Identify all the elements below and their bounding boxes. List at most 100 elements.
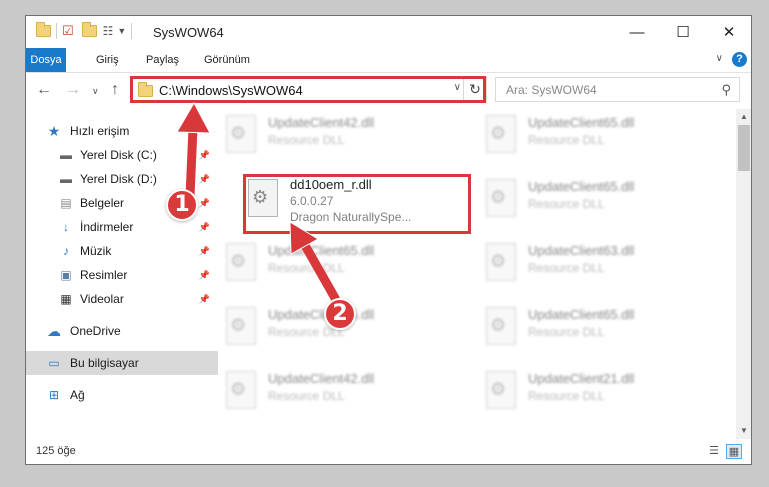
- scroll-down-icon[interactable]: ▼: [736, 423, 751, 439]
- file-type: Resource DLL: [528, 261, 605, 275]
- details-view-icon[interactable]: ☰: [706, 444, 722, 459]
- callout-1: 1: [166, 189, 198, 221]
- list-item[interactable]: UpdateClient65.dll Resource DLL: [218, 237, 453, 289]
- list-item[interactable]: UpdateClient42.dll Resource DLL: [218, 109, 453, 161]
- sidebar-item-label: Resimler: [80, 268, 128, 282]
- status-bar: 125 öğe ☰ ▦: [26, 439, 751, 464]
- tab-file[interactable]: Dosya: [26, 48, 66, 72]
- downloads-icon: ↓: [63, 220, 69, 234]
- tiles-view-icon[interactable]: ▦: [726, 444, 742, 459]
- help-icon[interactable]: ?: [732, 52, 747, 67]
- pin-icon[interactable]: 📌: [199, 239, 210, 263]
- file-type: Resource DLL: [528, 389, 605, 403]
- file-name: UpdateClient21.dll: [528, 371, 635, 386]
- sidebar-item-quick-access[interactable]: ★ Hızlı erişim: [26, 119, 218, 143]
- pin-icon[interactable]: 📌: [199, 215, 210, 239]
- sidebar-item-pictures[interactable]: ▣ Resimler 📌: [26, 263, 218, 287]
- file-type: Resource DLL: [528, 133, 605, 147]
- file-name: UpdateClient42.dll: [268, 115, 375, 130]
- pin-icon[interactable]: 📌: [199, 287, 210, 311]
- file-name: UpdateClient65.dll: [528, 307, 635, 322]
- sidebar-item-label: İndirmeler: [80, 220, 134, 234]
- search-icon[interactable]: ⚲: [721, 82, 731, 98]
- dll-file-icon: [486, 179, 516, 217]
- file-type: Resource DLL: [268, 133, 345, 147]
- tab-view[interactable]: Görünüm: [196, 48, 258, 72]
- tab-share[interactable]: Paylaş: [138, 48, 187, 72]
- file-name: UpdateClient65.dll: [528, 115, 635, 130]
- dll-file-icon: [226, 371, 256, 409]
- file-highlight-box: [243, 174, 471, 234]
- item-count: 125 öğe: [36, 445, 76, 457]
- address-highlight-box: [130, 76, 486, 103]
- divider: [131, 23, 133, 39]
- scrollbar-thumb[interactable]: [738, 125, 750, 171]
- list-item[interactable]: UpdateClient21.dll Resource DLL: [478, 365, 713, 417]
- dll-file-icon: [486, 371, 516, 409]
- documents-icon: ▤: [60, 196, 72, 210]
- list-item[interactable]: UpdateClient65.dll Resource DLL: [478, 301, 713, 353]
- tab-home[interactable]: Giriş: [88, 48, 127, 72]
- maximize-button[interactable]: ☐: [660, 16, 706, 48]
- list-item[interactable]: UpdateClient42.dll Resource DLL: [218, 365, 453, 417]
- chevron-down-icon[interactable]: ∨: [716, 53, 723, 64]
- sidebar-item-onedrive[interactable]: ☁ OneDrive: [26, 319, 218, 343]
- pin-icon[interactable]: 📌: [199, 167, 210, 191]
- file-name: UpdateClient65.dll: [268, 243, 375, 258]
- list-item[interactable]: UpdateClient63.dll Resource DLL: [478, 237, 713, 289]
- navigation-pane: ★ Hızlı erişim ▬ Yerel Disk (C:) 📌 ▬ Yer…: [26, 109, 218, 439]
- file-name: UpdateClient63.dll: [528, 243, 635, 258]
- dll-file-icon: [486, 243, 516, 281]
- sidebar-item-this-pc[interactable]: ▭ Bu bilgisayar: [26, 351, 218, 375]
- dll-file-icon: [226, 115, 256, 153]
- sidebar-item-videos[interactable]: ▦ Videolar 📌: [26, 287, 218, 311]
- recent-locations-chevron-icon[interactable]: ∨: [92, 86, 99, 97]
- cloud-icon: ☁: [47, 323, 61, 339]
- quick-access-toolbar: ☑ ☷ ▼: [36, 22, 137, 39]
- divider: [56, 23, 57, 39]
- pin-icon[interactable]: 📌: [199, 191, 210, 215]
- pin-icon[interactable]: 📌: [199, 263, 210, 287]
- sidebar-item-music[interactable]: ♪ Müzik 📌: [26, 239, 218, 263]
- sidebar-item-label: Hızlı erişim: [70, 124, 130, 138]
- sidebar-item-network[interactable]: ⊞ Ağ: [26, 383, 218, 407]
- folder-icon: [36, 22, 51, 37]
- videos-icon: ▦: [60, 292, 72, 306]
- forward-arrow-icon[interactable]: →: [65, 81, 81, 99]
- sidebar-item-label: Yerel Disk (D:): [80, 172, 157, 186]
- pin-icon[interactable]: 📌: [199, 143, 210, 167]
- sidebar-item-local-disk-d[interactable]: ▬ Yerel Disk (D:) 📌: [26, 167, 218, 191]
- close-button[interactable]: ✕: [706, 16, 751, 48]
- dll-file-icon: [226, 243, 256, 281]
- search-placeholder: Ara: SysWOW64: [506, 83, 597, 97]
- file-type: Resource DLL: [528, 197, 605, 211]
- sidebar-item-label: Müzik: [80, 244, 112, 258]
- file-name: UpdateClient65.dll: [268, 307, 375, 322]
- pictures-icon: ▣: [60, 268, 72, 282]
- new-folder-icon[interactable]: [81, 22, 97, 37]
- drive-icon: ▬: [60, 172, 72, 186]
- customize-toolbar-icon[interactable]: ☷: [103, 24, 114, 38]
- list-item[interactable]: UpdateClient65.dll Resource DLL: [478, 173, 713, 225]
- up-arrow-icon[interactable]: ↑: [111, 81, 119, 99]
- search-input[interactable]: Ara: SysWOW64 ⚲: [495, 77, 740, 102]
- sidebar-item-local-disk-c[interactable]: ▬ Yerel Disk (C:) 📌: [26, 143, 218, 167]
- file-name: UpdateClient42.dll: [268, 371, 375, 386]
- back-arrow-icon[interactable]: ←: [36, 81, 52, 99]
- list-item[interactable]: UpdateClient65.dll Resource DLL: [478, 109, 713, 161]
- properties-icon[interactable]: ☑: [62, 23, 74, 39]
- file-type: Resource DLL: [268, 261, 345, 275]
- sidebar-item-label: OneDrive: [70, 324, 121, 338]
- sidebar-item-label: Videolar: [80, 292, 124, 306]
- vertical-scrollbar[interactable]: ▲ ▼: [736, 109, 751, 439]
- drive-icon: ▬: [60, 148, 72, 162]
- sidebar-item-label: Belgeler: [80, 196, 125, 210]
- music-icon: ♪: [63, 244, 69, 258]
- dll-file-icon: [486, 307, 516, 345]
- minimize-button[interactable]: —: [614, 16, 660, 48]
- callout-2: 2: [324, 298, 356, 330]
- file-type: Resource DLL: [268, 389, 345, 403]
- chevron-down-icon[interactable]: ▼: [117, 26, 126, 36]
- scroll-up-icon[interactable]: ▲: [736, 109, 751, 125]
- dll-file-icon: [486, 115, 516, 153]
